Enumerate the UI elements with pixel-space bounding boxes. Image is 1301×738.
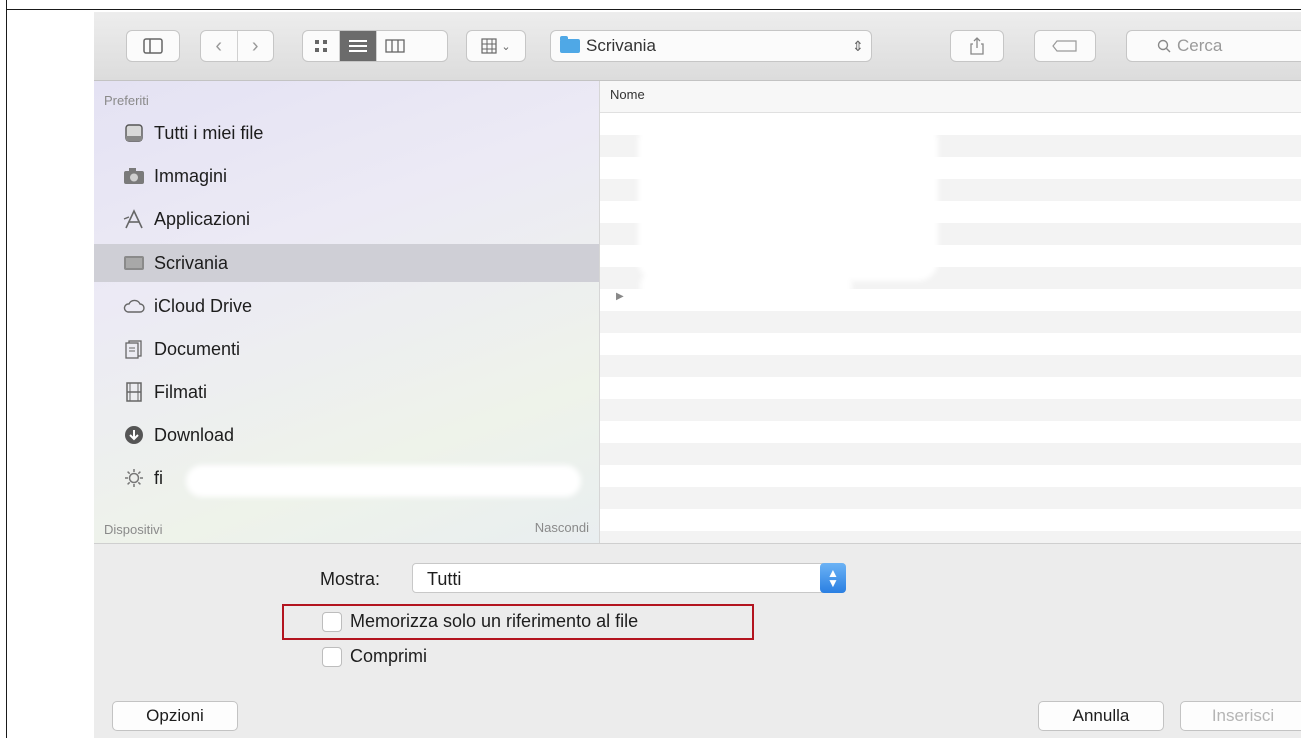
share-icon (970, 37, 984, 55)
sidebar: Preferiti Tutti i miei file Immagini App… (94, 81, 600, 543)
camera-icon (122, 164, 146, 188)
sidebar-item-label: Scrivania (154, 252, 229, 273)
favorites-header: Preferiti (104, 93, 149, 108)
folder-icon (560, 36, 580, 53)
table-row[interactable] (600, 487, 1301, 509)
search-field[interactable]: Cerca (1126, 30, 1301, 62)
toolbar: ‹ › ⌄ Scrivania ⇕ Cerca (94, 12, 1301, 81)
view-mode-segment (302, 30, 448, 62)
cancel-button[interactable]: Annulla (1038, 701, 1164, 731)
outer-frame-left (0, 0, 7, 738)
redacted-files (638, 121, 938, 281)
column-view-button[interactable] (377, 31, 413, 61)
sidebar-item-images[interactable]: Immagini (94, 157, 599, 195)
sidebar-item-label: Documenti (154, 338, 241, 359)
redacted-area (186, 465, 581, 497)
show-select-value: Tutti (427, 569, 462, 589)
file-dialog: ‹ › ⌄ Scrivania ⇕ Cerca Preferiti Tutti … (94, 12, 1301, 738)
disclosure-triangle-icon[interactable]: ▶ (616, 291, 624, 302)
list-icon (349, 40, 367, 52)
show-label: Mostra: (320, 569, 381, 589)
sidebar-item-label: iCloud Drive (154, 295, 253, 316)
hide-devices-link[interactable]: Nascondi (535, 520, 589, 535)
forward-button[interactable]: › (238, 31, 274, 61)
options-panel: Mostra: Tutti ▲ ▼ Memorizza solo un rifer… (94, 543, 1301, 738)
table-row[interactable] (600, 311, 1301, 333)
arrange-button[interactable]: ⌄ (466, 30, 526, 62)
reference-only-label: Memorizza solo un riferimento al file (350, 611, 639, 631)
tag-icon (1052, 40, 1077, 52)
chevron-left-icon: ‹ (215, 34, 223, 57)
back-button[interactable]: ‹ (201, 31, 238, 61)
sidebar-toggle-icon (143, 38, 163, 54)
share-button[interactable] (950, 30, 1004, 62)
table-row[interactable] (600, 355, 1301, 377)
grid-icon (315, 40, 327, 52)
search-icon (1157, 39, 1171, 53)
icon-view-button[interactable] (303, 31, 340, 61)
reference-only-checkbox[interactable] (322, 611, 342, 632)
search-placeholder: Cerca (1177, 36, 1223, 55)
outer-frame-top (0, 0, 1301, 10)
sidebar-item-documents[interactable]: Documenti (94, 330, 599, 368)
navigation-segment: ‹ › (200, 30, 274, 62)
sidebar-item-label: Filmati (154, 381, 207, 402)
document-icon (122, 337, 146, 361)
compress-option: Comprimi (322, 646, 427, 667)
options-button[interactable]: Opzioni (112, 701, 238, 731)
chevron-down-icon: ⌄ (501, 40, 511, 53)
cloud-icon (122, 294, 146, 318)
insert-button[interactable]: Inserisci (1180, 701, 1301, 731)
table-row[interactable] (600, 465, 1301, 487)
columns-icon (385, 39, 405, 53)
table-row[interactable] (600, 421, 1301, 443)
gear-icon (122, 466, 146, 490)
film-icon (122, 380, 146, 404)
compress-label: Comprimi (350, 646, 428, 666)
updown-arrows-icon: ▲ ▼ (820, 563, 846, 593)
sidebar-item-download[interactable]: Download (94, 416, 599, 454)
compress-checkbox[interactable] (322, 646, 342, 667)
sidebar-item-label: Tutti i miei file (154, 122, 264, 143)
redacted-files (640, 271, 852, 301)
sidebar-item-desktop[interactable]: Scrivania (94, 244, 599, 282)
download-icon (122, 423, 146, 447)
applications-icon (122, 207, 146, 231)
sidebar-item-label: Immagini (154, 165, 228, 186)
table-row[interactable] (600, 333, 1301, 355)
table-row[interactable] (600, 399, 1301, 421)
list-view-button[interactable] (340, 31, 377, 61)
table-row[interactable] (600, 509, 1301, 531)
show-select[interactable]: Tutti ▲ ▼ (412, 563, 846, 593)
table-row[interactable] (600, 377, 1301, 399)
reference-only-option: Memorizza solo un riferimento al file (322, 611, 638, 632)
sidebar-item-movies[interactable]: Filmati (94, 373, 599, 411)
sidebar-item-all-files[interactable]: Tutti i miei file (94, 114, 599, 152)
sidebar-item-label: Download (154, 424, 235, 445)
all-files-icon (122, 121, 146, 145)
sidebar-item-label: fi (154, 467, 163, 488)
table-row[interactable] (600, 443, 1301, 465)
desktop-icon (122, 251, 146, 275)
column-header-name[interactable]: Nome (600, 81, 1301, 113)
devices-header: Dispositivi (104, 522, 163, 537)
sidebar-item-label: Applicazioni (154, 208, 251, 229)
tag-button[interactable] (1034, 30, 1096, 62)
sidebar-toggle-button[interactable] (126, 30, 180, 62)
updown-icon: ⇕ (852, 37, 864, 54)
chevron-right-icon: › (251, 34, 259, 57)
arrange-grid-icon (481, 38, 497, 54)
path-popup[interactable]: Scrivania ⇕ (550, 30, 872, 62)
sidebar-item-applications[interactable]: Applicazioni (94, 200, 599, 238)
path-label: Scrivania (586, 36, 656, 55)
sidebar-item-icloud[interactable]: iCloud Drive (94, 287, 599, 325)
file-list: Nome ▶ (600, 81, 1301, 553)
